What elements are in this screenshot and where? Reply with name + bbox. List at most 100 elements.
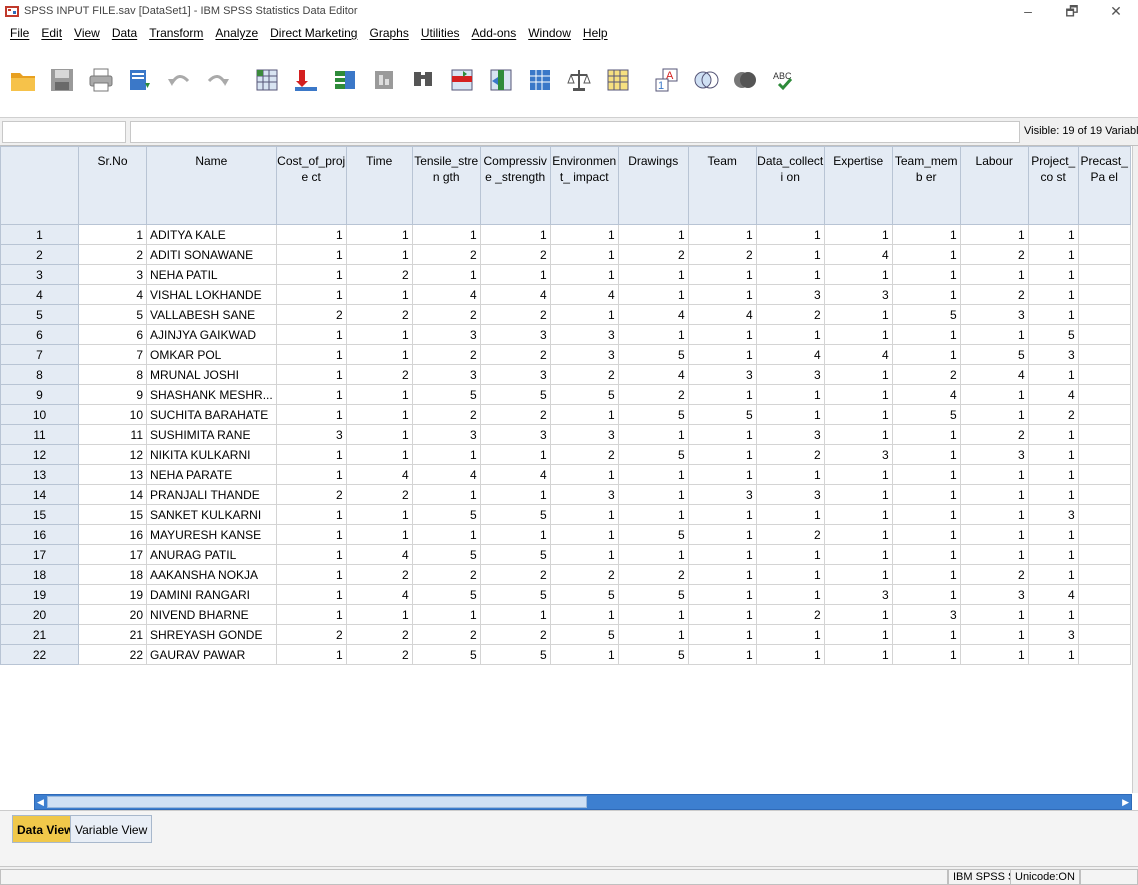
- data-cell[interactable]: 1: [823, 464, 893, 485]
- data-cell[interactable]: 1: [823, 304, 893, 325]
- data-cell[interactable]: 2: [959, 244, 1029, 265]
- data-cell[interactable]: 2: [411, 244, 481, 265]
- data-cell[interactable]: 5: [411, 504, 481, 525]
- cell-name[interactable]: SANKET KULKARNI: [146, 504, 277, 525]
- data-cell[interactable]: 2: [549, 444, 619, 465]
- data-cell[interactable]: 3: [479, 424, 551, 445]
- cell-sr-no[interactable]: 16: [78, 524, 147, 545]
- cell-sr-no[interactable]: 8: [78, 364, 147, 385]
- data-cell[interactable]: 2: [755, 524, 825, 545]
- data-cell[interactable]: 5: [479, 384, 551, 405]
- column-header[interactable]: Compressive _strength: [479, 146, 551, 225]
- data-cell[interactable]: 1: [959, 324, 1029, 345]
- data-cell[interactable]: 1: [275, 564, 347, 585]
- cell-name[interactable]: PRANJALI THANDE: [146, 484, 277, 505]
- data-cell[interactable]: 1: [1027, 484, 1079, 505]
- data-cell[interactable]: 1: [959, 464, 1029, 485]
- data-cell[interactable]: 1: [755, 644, 825, 665]
- save-icon[interactable]: [47, 65, 77, 95]
- select-cases-icon[interactable]: [603, 65, 633, 95]
- cell-sr-no[interactable]: 5: [78, 304, 147, 325]
- data-cell[interactable]: 1: [1027, 544, 1079, 565]
- spell-check-icon[interactable]: ABC: [769, 65, 799, 95]
- cell-value-editor[interactable]: [130, 121, 1020, 143]
- data-cell-precast[interactable]: [1077, 324, 1131, 345]
- row-number[interactable]: 2: [0, 244, 79, 265]
- data-cell[interactable]: 2: [617, 384, 689, 405]
- row-number[interactable]: 7: [0, 344, 79, 365]
- data-cell[interactable]: 4: [687, 304, 757, 325]
- data-cell[interactable]: 2: [411, 304, 481, 325]
- data-cell[interactable]: 1: [891, 464, 961, 485]
- find-icon[interactable]: [408, 65, 438, 95]
- data-cell[interactable]: 1: [891, 484, 961, 505]
- data-cell[interactable]: 1: [891, 584, 961, 605]
- data-cell[interactable]: 2: [755, 604, 825, 625]
- data-cell[interactable]: 1: [617, 264, 689, 285]
- data-cell-precast[interactable]: [1077, 424, 1131, 445]
- data-cell[interactable]: 1: [1027, 464, 1079, 485]
- row-number[interactable]: 20: [0, 604, 79, 625]
- horizontal-scrollbar[interactable]: ◀ ▶: [34, 794, 1132, 810]
- row-number[interactable]: 4: [0, 284, 79, 305]
- data-cell[interactable]: 1: [891, 244, 961, 265]
- print-icon[interactable]: [86, 65, 116, 95]
- data-cell[interactable]: 1: [687, 284, 757, 305]
- cell-sr-no[interactable]: 11: [78, 424, 147, 445]
- data-cell[interactable]: 1: [617, 324, 689, 345]
- data-cell[interactable]: 5: [617, 344, 689, 365]
- data-cell[interactable]: 5: [617, 644, 689, 665]
- data-cell[interactable]: 5: [479, 544, 551, 565]
- data-cell[interactable]: 2: [755, 304, 825, 325]
- cell-sr-no[interactable]: 13: [78, 464, 147, 485]
- data-cell[interactable]: 1: [823, 424, 893, 445]
- row-number[interactable]: 3: [0, 264, 79, 285]
- data-cell[interactable]: 2: [617, 244, 689, 265]
- data-cell[interactable]: 5: [617, 404, 689, 425]
- data-cell[interactable]: 5: [549, 584, 619, 605]
- data-cell[interactable]: 1: [755, 224, 825, 245]
- data-cell[interactable]: 1: [755, 464, 825, 485]
- column-header[interactable]: Name: [146, 146, 277, 225]
- data-cell[interactable]: 1: [823, 544, 893, 565]
- cell-name[interactable]: AAKANSHA NOKJA: [146, 564, 277, 585]
- data-cell[interactable]: 2: [345, 644, 413, 665]
- row-number[interactable]: 15: [0, 504, 79, 525]
- data-cell[interactable]: 1: [687, 544, 757, 565]
- data-cell[interactable]: 2: [345, 264, 413, 285]
- data-cell[interactable]: 5: [411, 644, 481, 665]
- data-cell-precast[interactable]: [1077, 244, 1131, 265]
- cell-sr-no[interactable]: 22: [78, 644, 147, 665]
- data-cell[interactable]: 1: [1027, 424, 1079, 445]
- data-cell[interactable]: 1: [687, 584, 757, 605]
- data-cell[interactable]: 1: [275, 524, 347, 545]
- data-cell[interactable]: 1: [549, 524, 619, 545]
- data-cell[interactable]: 1: [1027, 364, 1079, 385]
- data-cell[interactable]: 2: [687, 244, 757, 265]
- row-number[interactable]: 9: [0, 384, 79, 405]
- data-cell[interactable]: 1: [959, 504, 1029, 525]
- data-cell[interactable]: 4: [345, 584, 413, 605]
- row-number[interactable]: 21: [0, 624, 79, 645]
- data-cell[interactable]: 1: [755, 264, 825, 285]
- data-cell[interactable]: 2: [479, 304, 551, 325]
- data-cell[interactable]: 1: [617, 484, 689, 505]
- data-cell[interactable]: 3: [1027, 624, 1079, 645]
- data-cell[interactable]: 1: [891, 564, 961, 585]
- data-cell[interactable]: 1: [823, 644, 893, 665]
- data-cell[interactable]: 1: [549, 244, 619, 265]
- value-labels-icon[interactable]: A1: [652, 65, 682, 95]
- data-cell[interactable]: 3: [755, 484, 825, 505]
- column-header[interactable]: Sr.No: [78, 146, 147, 225]
- data-cell[interactable]: 2: [479, 624, 551, 645]
- cell-name[interactable]: SHASHANK MESHR...: [146, 384, 277, 405]
- data-cell[interactable]: 1: [345, 604, 413, 625]
- cell-sr-no[interactable]: 4: [78, 284, 147, 305]
- data-cell[interactable]: 5: [479, 644, 551, 665]
- data-cell-precast[interactable]: [1077, 644, 1131, 665]
- data-cell[interactable]: 3: [275, 424, 347, 445]
- data-cell[interactable]: 5: [1027, 324, 1079, 345]
- data-cell[interactable]: 1: [617, 224, 689, 245]
- data-cell[interactable]: 2: [411, 564, 481, 585]
- data-cell[interactable]: 1: [275, 544, 347, 565]
